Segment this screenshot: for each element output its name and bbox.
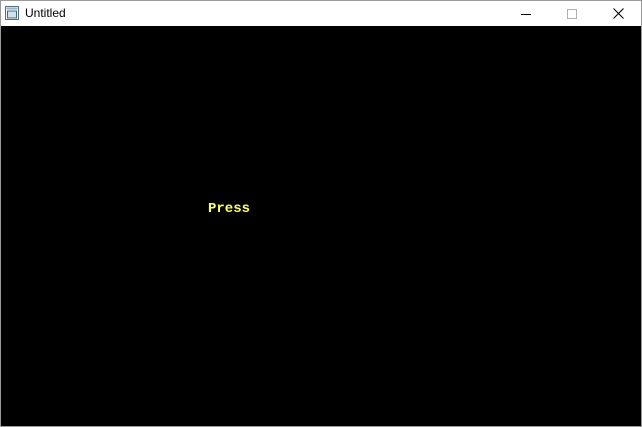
app-window-icon xyxy=(5,6,19,20)
game-canvas[interactable]: Press xyxy=(1,26,641,426)
maximize-button[interactable] xyxy=(549,1,595,26)
close-button[interactable] xyxy=(595,1,641,26)
minimize-button[interactable] xyxy=(503,1,549,26)
press-prompt: Press xyxy=(208,201,251,217)
maximize-icon xyxy=(567,8,577,19)
title-bar[interactable]: Untitled xyxy=(1,1,641,26)
close-icon xyxy=(612,8,624,19)
window-title: Untitled xyxy=(25,6,66,20)
window-controls xyxy=(503,1,641,26)
app-window: Untitled Press xyxy=(0,0,642,427)
minimize-icon xyxy=(521,9,531,19)
